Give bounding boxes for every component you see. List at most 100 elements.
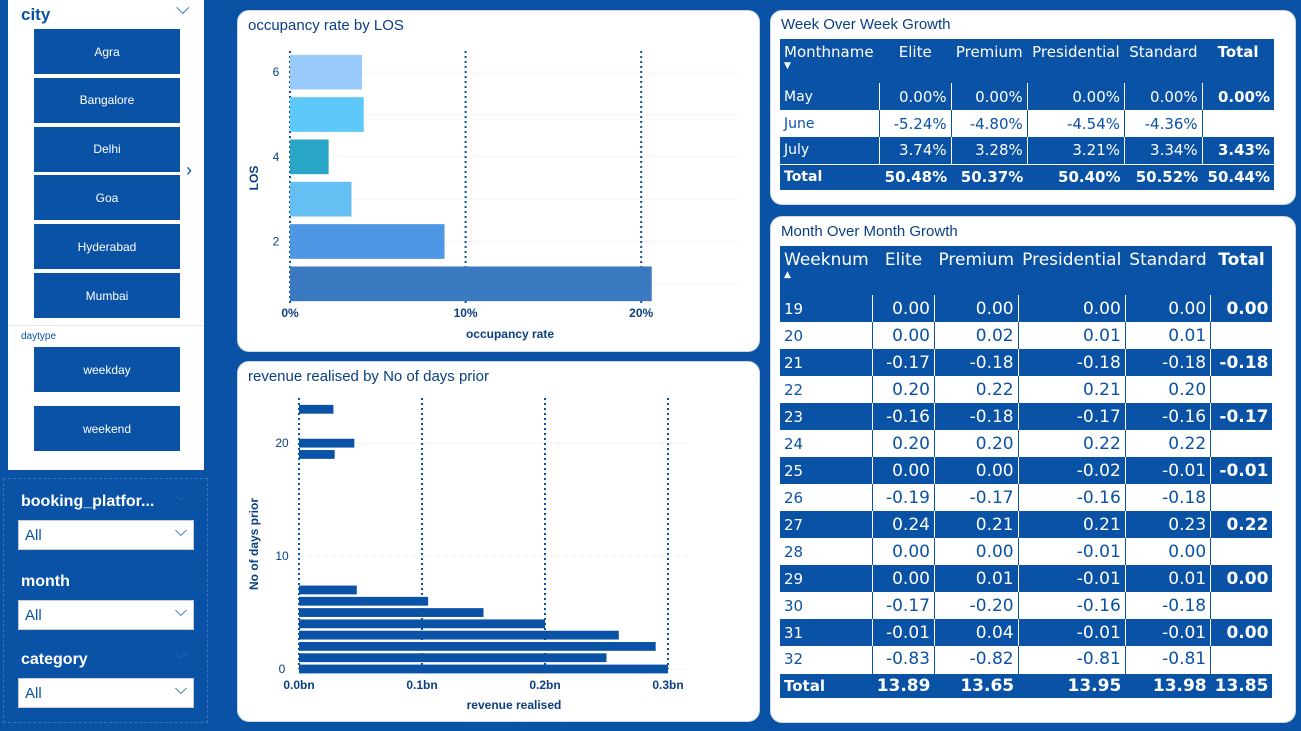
- table-row: 23 -0.16 -0.18 -0.17 -0.16 -0.17: [780, 403, 1273, 430]
- table-cell: 0.00: [933, 538, 1019, 565]
- table-cell: 0.00%: [950, 83, 1028, 110]
- city-option[interactable]: Goa: [34, 175, 180, 221]
- y-tick-label: 10: [275, 549, 289, 563]
- chevron-down-icon: ⌵: [174, 603, 187, 620]
- table-cell: 0.00: [933, 295, 1019, 322]
- city-option[interactable]: Mumbai: [34, 273, 180, 318]
- table-cell: -0.18: [933, 349, 1019, 376]
- city-option[interactable]: Bangalore: [34, 77, 180, 123]
- column-header[interactable]: Standard: [1124, 39, 1203, 83]
- table-row: 25 0.00 0.00 -0.02 -0.01 -0.01: [780, 457, 1273, 484]
- x-tick-label: 0%: [281, 306, 299, 320]
- table-cell: 0.01: [1124, 565, 1211, 592]
- occupancy-chart-card: occupancy rate by LOS 0% 10% 20% 2 4 6 occupan…: [237, 10, 760, 352]
- column-header[interactable]: Presidential: [1018, 246, 1126, 295]
- city-option[interactable]: Delhi: [34, 126, 180, 172]
- table-cell: 0.01: [1124, 322, 1211, 349]
- column-header[interactable]: Total: [1202, 39, 1274, 83]
- column-header-label: Presidential: [1022, 250, 1122, 270]
- table-cell: 0.00: [1124, 295, 1211, 322]
- column-header[interactable]: Presidential: [1027, 39, 1125, 83]
- bar: [299, 596, 429, 606]
- table-cell: 0.00%: [1201, 83, 1274, 110]
- mom-table-card: Month Over Month Growth Weeknum ▲ Elite Pre…: [770, 216, 1296, 723]
- column-header[interactable]: Premium: [951, 39, 1028, 83]
- table-cell: 0.00: [933, 457, 1019, 484]
- column-header[interactable]: Standard: [1125, 246, 1211, 295]
- table-cell: 23: [784, 407, 804, 426]
- table-cell: -0.16: [1124, 403, 1211, 430]
- x-tick-label: 0.1bn: [406, 678, 437, 692]
- column-header-label: Weeknum: [784, 250, 869, 270]
- column-header-label: Standard: [1129, 43, 1198, 61]
- column-header-label: Elite: [884, 250, 923, 270]
- chevron-down-icon: ⌵: [174, 643, 188, 663]
- table-cell: -0.18: [1124, 484, 1211, 511]
- table-cell: 0.21: [1017, 376, 1126, 403]
- revenue-chart-card: revenue realised by No of days prior 0.0…: [237, 361, 760, 722]
- booking-platform-dropdown[interactable]: All ⌵: [18, 520, 194, 550]
- table-cell: 0.04: [933, 619, 1019, 646]
- column-header-label: Total: [1218, 250, 1265, 270]
- chevron-right-icon[interactable]: ›: [186, 160, 192, 181]
- total-cell: 13.89: [872, 672, 935, 698]
- total-cell: 50.37%: [951, 163, 1028, 190]
- table-cell: 0.22: [933, 376, 1019, 403]
- total-cell: 13.65: [934, 672, 1019, 698]
- table-cell: June: [784, 115, 815, 132]
- total-cell: 13.98: [1125, 672, 1211, 698]
- month-dropdown[interactable]: All ⌵: [18, 600, 194, 630]
- table-cell: 0.00: [1210, 619, 1273, 646]
- x-axis-label: occupancy rate: [466, 327, 554, 341]
- bar: [290, 139, 329, 175]
- table-cell: -4.36%: [1124, 110, 1203, 137]
- table-row: 22 0.20 0.22 0.21 0.20: [780, 376, 1273, 403]
- table-cell: -0.19: [872, 484, 935, 511]
- bar: [299, 585, 357, 595]
- table-cell: 0.00: [872, 322, 935, 349]
- dropdown-value: All: [25, 527, 42, 544]
- table-cell: -0.01: [1124, 457, 1211, 484]
- table-row: 26 -0.19 -0.17 -0.16 -0.18: [780, 484, 1273, 511]
- column-header-label: Elite: [898, 43, 932, 61]
- column-header[interactable]: Monthname ▼: [780, 39, 880, 83]
- table-cell: 0.00: [1210, 295, 1273, 322]
- table-cell: 0.24: [872, 511, 935, 538]
- chevron-down-icon[interactable]: ⌵: [176, 0, 190, 19]
- bar: [290, 54, 362, 90]
- table-cell: 0.00: [1124, 538, 1211, 565]
- table-cell: -0.17: [933, 484, 1019, 511]
- table-cell: 21: [784, 353, 804, 372]
- table-cell: 0.00%: [1026, 83, 1125, 110]
- table-cell: [1210, 484, 1273, 511]
- column-header[interactable]: Weeknum ▲: [780, 246, 873, 295]
- chevron-down-icon: ⌵: [174, 485, 188, 505]
- table-cell: 0.20: [1124, 376, 1211, 403]
- city-option[interactable]: Agra: [34, 29, 180, 74]
- table-row: 31 -0.01 0.04 -0.01 -0.01 0.00: [780, 619, 1273, 646]
- column-header[interactable]: Premium: [934, 246, 1019, 295]
- column-header[interactable]: Elite: [872, 246, 935, 295]
- bar: [290, 266, 652, 302]
- daytype-option[interactable]: weekday: [34, 347, 180, 392]
- table-row: 27 0.24 0.21 0.21 0.23 0.22: [780, 511, 1273, 538]
- total-cell: 50.44%: [1202, 163, 1274, 190]
- category-dropdown[interactable]: All ⌵: [18, 678, 194, 708]
- city-option[interactable]: Hyderabad: [34, 224, 180, 270]
- bar: [299, 404, 334, 414]
- table-cell: 27: [784, 515, 804, 534]
- y-tick-label: 0: [279, 662, 286, 676]
- table-title: Month Over Month Growth: [781, 223, 958, 240]
- table-cell: [1210, 376, 1273, 403]
- total-cell: 50.40%: [1027, 163, 1125, 190]
- bar: [290, 181, 352, 217]
- column-header[interactable]: Total: [1210, 246, 1273, 295]
- column-header[interactable]: Elite: [879, 39, 952, 83]
- table-cell: -0.16: [1017, 592, 1126, 619]
- daytype-option[interactable]: weekend: [34, 406, 180, 451]
- booking-platform-label: booking_platfor...: [21, 493, 155, 510]
- total-row: Total 50.48% 50.37% 50.40% 50.52% 50.44%: [780, 163, 1274, 190]
- table-cell: 20: [784, 326, 804, 345]
- bar: [299, 450, 335, 459]
- table-row: 19 0.00 0.00 0.00 0.00 0.00: [780, 295, 1273, 322]
